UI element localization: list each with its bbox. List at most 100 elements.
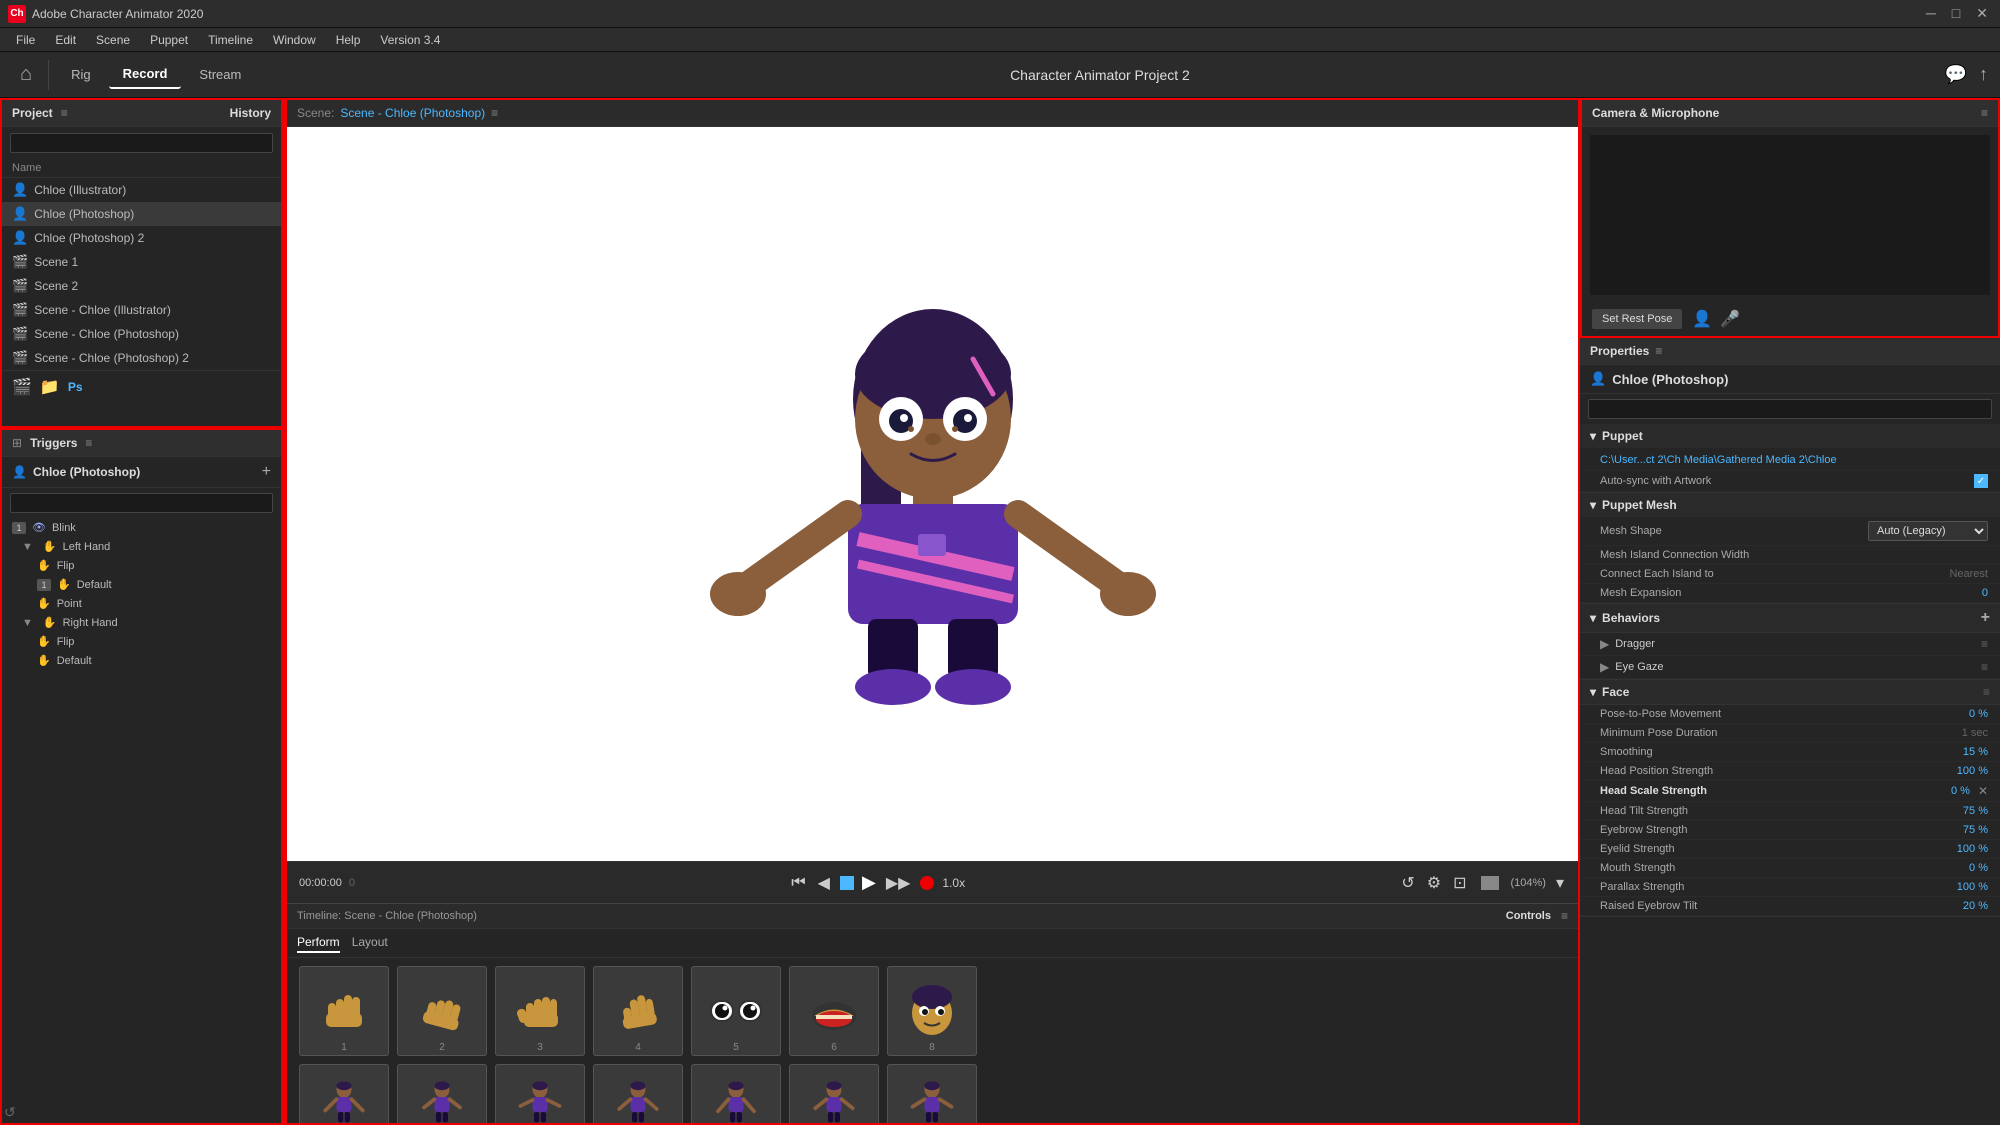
tab-stream[interactable]: Stream [185,61,255,88]
share-icon[interactable]: ↑ [1979,64,1988,85]
face-section-header[interactable]: ▾ Face ≡ [1580,680,2000,705]
settings-button[interactable]: ⚙ [1425,871,1443,895]
project-search-input[interactable] [10,133,273,153]
trigger-item-blink[interactable]: 1 👁 Blink [2,518,281,537]
trigger-thumb-puppet-2[interactable] [397,1064,487,1123]
stop-button[interactable] [840,876,854,890]
project-item-scene1[interactable]: 🎬 Scene 1 [2,250,281,274]
project-item-scene-chloe-photoshop[interactable]: 🎬 Scene - Chloe (Photoshop) [2,322,281,346]
ps-icon[interactable]: Ps [68,380,83,394]
trigger-item-right-default[interactable]: ✋ Default [2,651,281,670]
puppet-mesh-section-header[interactable]: ▾ Puppet Mesh [1580,493,2000,517]
face-menu-icon[interactable]: ≡ [1983,685,1990,699]
zoom-chevron[interactable]: ▾ [1554,871,1566,895]
menu-timeline[interactable]: Timeline [200,31,261,49]
set-rest-pose-button[interactable]: Set Rest Pose [1592,309,1682,329]
trigger-thumb-3[interactable]: 3 [495,966,585,1056]
trigger-item-point[interactable]: ✋ Point [2,594,281,613]
puppet-container [287,127,1578,861]
tab-perform[interactable]: Perform [297,933,340,953]
project-item-scene-chloe-illustrator[interactable]: 🎬 Scene - Chloe (Illustrator) [2,298,281,322]
history-tab[interactable]: History [230,106,271,120]
project-item-scene2[interactable]: 🎬 Scene 2 [2,274,281,298]
head-tilt-row: Head Tilt Strength 75 % [1580,802,2000,821]
mesh-shape-select[interactable]: Auto (Legacy) [1868,521,1988,541]
properties-menu-icon[interactable]: ≡ [1655,344,1662,358]
trigger-thumb-6[interactable]: 6 [789,966,879,1056]
scene-link[interactable]: Scene - Chloe (Photoshop) [340,106,485,120]
tab-rig[interactable]: Rig [57,61,105,88]
menu-window[interactable]: Window [265,31,324,49]
eye-gaze-menu-icon[interactable]: ≡ [1981,660,1988,674]
step-back-button[interactable]: ◀ [816,871,832,895]
menu-edit[interactable]: Edit [47,31,84,49]
trigger-item-default[interactable]: 1 ✋ Default [2,575,281,594]
behavior-item-eye-gaze[interactable]: ▶ Eye Gaze ≡ [1580,656,2000,679]
project-item-scene-chloe-photoshop2[interactable]: 🎬 Scene - Chloe (Photoshop) 2 [2,346,281,370]
trigger-thumb-5[interactable]: 5 [691,966,781,1056]
trigger-thumb-4[interactable]: 4 [593,966,683,1056]
step-forward-button[interactable]: ▶▶ [884,871,913,895]
triggers-add-button[interactable]: + [262,463,271,481]
trigger-thumb-1[interactable]: 1 [299,966,389,1056]
loop-button[interactable]: ↺ [1399,871,1416,895]
file-path-link[interactable]: C:\User...ct 2\Ch Media\Gathered Media 2… [1600,454,1837,466]
trigger-thumb-puppet-1[interactable] [299,1064,389,1123]
thumb-num: 5 [733,1042,739,1053]
crop-button[interactable]: ⊡ [1451,871,1468,895]
folder-icon[interactable]: 📁 [40,377,60,397]
controls-menu-icon[interactable]: ≡ [1561,909,1568,923]
trigger-thumb-puppet-6[interactable] [789,1064,879,1123]
trigger-thumb-puppet-7[interactable] [887,1064,977,1123]
camera-menu-icon[interactable]: ≡ [1981,106,1988,120]
trigger-item-right-hand[interactable]: ▼ ✋ Right Hand [2,613,281,632]
behavior-item-dragger[interactable]: ▶ Dragger ≡ [1580,633,2000,656]
minimize-button[interactable]: ─ [1922,5,1940,22]
microphone-icon[interactable]: 🎤 [1720,309,1740,329]
project-panel-menu-icon[interactable]: ≡ [61,106,68,120]
project-item-chloe-photoshop[interactable]: 👤 Chloe (Photoshop) [2,202,281,226]
trigger-item-left-hand[interactable]: ▼ ✋ Left Hand [2,537,281,556]
trigger-thumb-2[interactable]: 2 [397,966,487,1056]
triggers-panel-header: ⊞ Triggers ≡ [2,430,281,457]
tab-layout[interactable]: Layout [352,933,388,953]
scene-menu-icon[interactable]: ≡ [491,106,498,120]
project-item-chloe-illustrator[interactable]: 👤 Chloe (Illustrator) [2,178,281,202]
head-scale-close-button[interactable]: ✕ [1978,784,1988,798]
menu-file[interactable]: File [8,31,43,49]
chat-icon[interactable]: 💬 [1945,64,1967,85]
maximize-button[interactable]: □ [1948,5,1964,22]
menu-puppet[interactable]: Puppet [142,31,196,49]
go-to-start-button[interactable]: ⏮ [789,872,807,894]
close-button[interactable]: ✕ [1972,5,1992,22]
viewport-color-swatch[interactable] [1481,876,1499,890]
hand-icon: ✋ [37,597,51,610]
dragger-menu-icon[interactable]: ≡ [1981,637,1988,651]
new-scene-icon[interactable]: 🎬 [12,377,32,397]
tab-record[interactable]: Record [109,60,182,89]
menu-scene[interactable]: Scene [88,31,138,49]
menu-help[interactable]: Help [328,31,369,49]
auto-sync-checkbox[interactable]: ✓ [1974,474,1988,488]
playback-controls: 00:00:00 0 ⏮ ◀ ▶ ▶▶ 1.0x ↺ ⚙ ⊡ (104%) ▾ [287,861,1578,903]
trigger-item-label: Flip [57,560,75,572]
properties-search-input[interactable] [1588,399,1992,419]
home-button[interactable]: ⌂ [12,59,40,90]
project-item-chloe-photoshop2[interactable]: 👤 Chloe (Photoshop) 2 [2,226,281,250]
trigger-thumb-puppet-4[interactable] [593,1064,683,1123]
record-button[interactable] [920,876,934,890]
puppet-section-header[interactable]: ▾ Puppet [1580,424,2000,448]
add-behavior-button[interactable]: + [1981,609,1990,627]
webcam-icon[interactable]: 👤 [1692,309,1712,329]
play-button[interactable]: ▶ [862,872,876,893]
behaviors-section-header[interactable]: ▾ Behaviors + [1580,604,2000,633]
trigger-thumb-8[interactable]: 8 [887,966,977,1056]
person-icon: 👤 [12,206,28,222]
triggers-search-input[interactable] [10,493,273,513]
triggers-menu-icon[interactable]: ≡ [85,436,92,450]
trigger-thumb-puppet-3[interactable] [495,1064,585,1123]
trigger-thumb-puppet-5[interactable] [691,1064,781,1123]
puppet-thumb-icon [412,1079,472,1123]
trigger-item-right-flip[interactable]: ✋ Flip [2,632,281,651]
trigger-item-flip[interactable]: ✋ Flip [2,556,281,575]
